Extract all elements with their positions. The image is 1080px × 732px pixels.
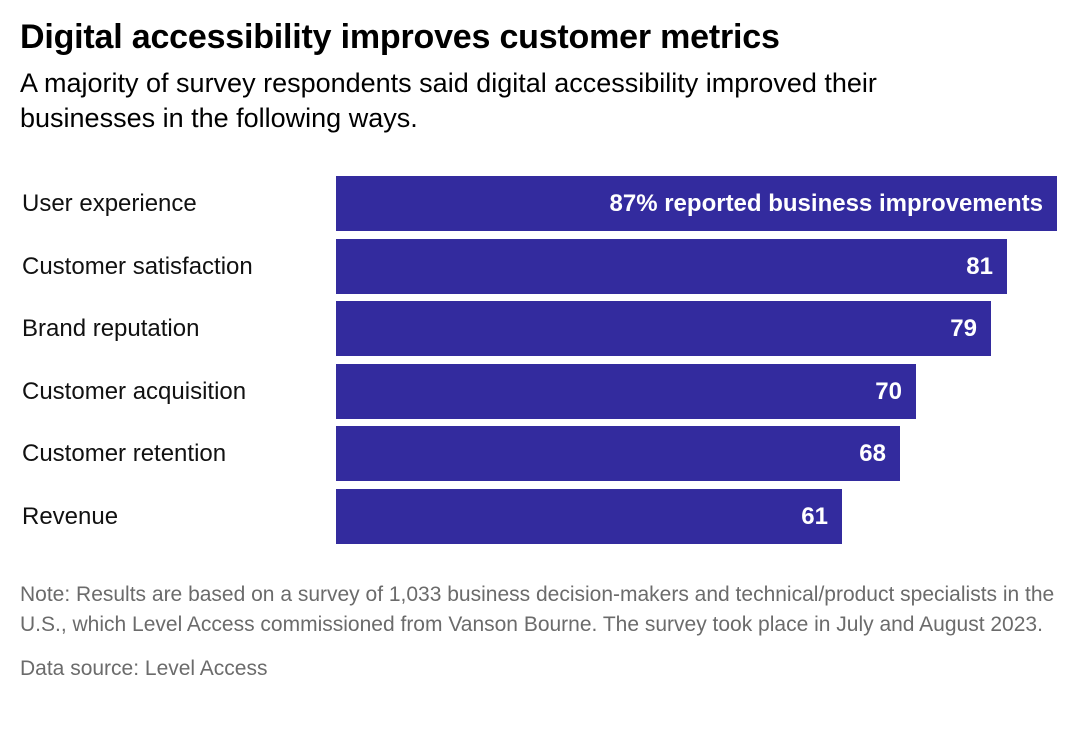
bar-row: Revenue 61 [0,488,1080,544]
bar-value-label: 61 [801,502,828,530]
footnote-data-source: Data source: Level Access [20,657,268,680]
bar-value-label: 68 [859,440,886,467]
bar-category-label: Customer satisfaction [22,252,253,280]
chart-container: Digital accessibility improves customer … [0,0,1080,732]
bar[interactable]: 70 [336,363,916,419]
bar-chart-plot-area: User experience 87% reported business imp… [0,176,1080,544]
chart-subtitle: A majority of survey respondents said di… [20,68,877,133]
bar-row: Customer retention 68 [0,426,1080,481]
bar-value-label: 81 [966,252,993,280]
bar-category-label: Customer acquisition [22,377,247,405]
bar[interactable]: 68 [336,426,900,481]
bar[interactable]: 87% reported business improvements [336,176,1057,231]
bar[interactable]: 79 [336,301,991,356]
bar-category-label: User experience [22,190,197,217]
footnote-note: Note: Results are based on a survey of 1… [20,583,1055,636]
chart-title: Digital accessibility improves customer … [20,18,780,56]
chart-footer: Note: Results are based on a survey of 1… [20,580,1055,684]
bar-row: Customer acquisition 70 [0,363,1080,419]
bar-category-label: Customer retention [22,440,227,467]
bar-row: Customer satisfaction 81 [0,238,1080,294]
bar-category-label: Revenue [22,502,119,530]
bar-value-label: 70 [875,377,902,405]
bar-row: Brand reputation 79 [0,301,1080,356]
bar-category-label: Brand reputation [22,315,200,342]
bar-value-label: 87% reported business improvements [609,190,1043,217]
chart-header: Digital accessibility improves customer … [20,16,1060,136]
bar-row: User experience 87% reported business imp… [0,176,1080,231]
bar[interactable]: 81 [336,238,1007,294]
bar[interactable]: 61 [336,488,842,544]
bar-value-label: 79 [950,315,977,342]
